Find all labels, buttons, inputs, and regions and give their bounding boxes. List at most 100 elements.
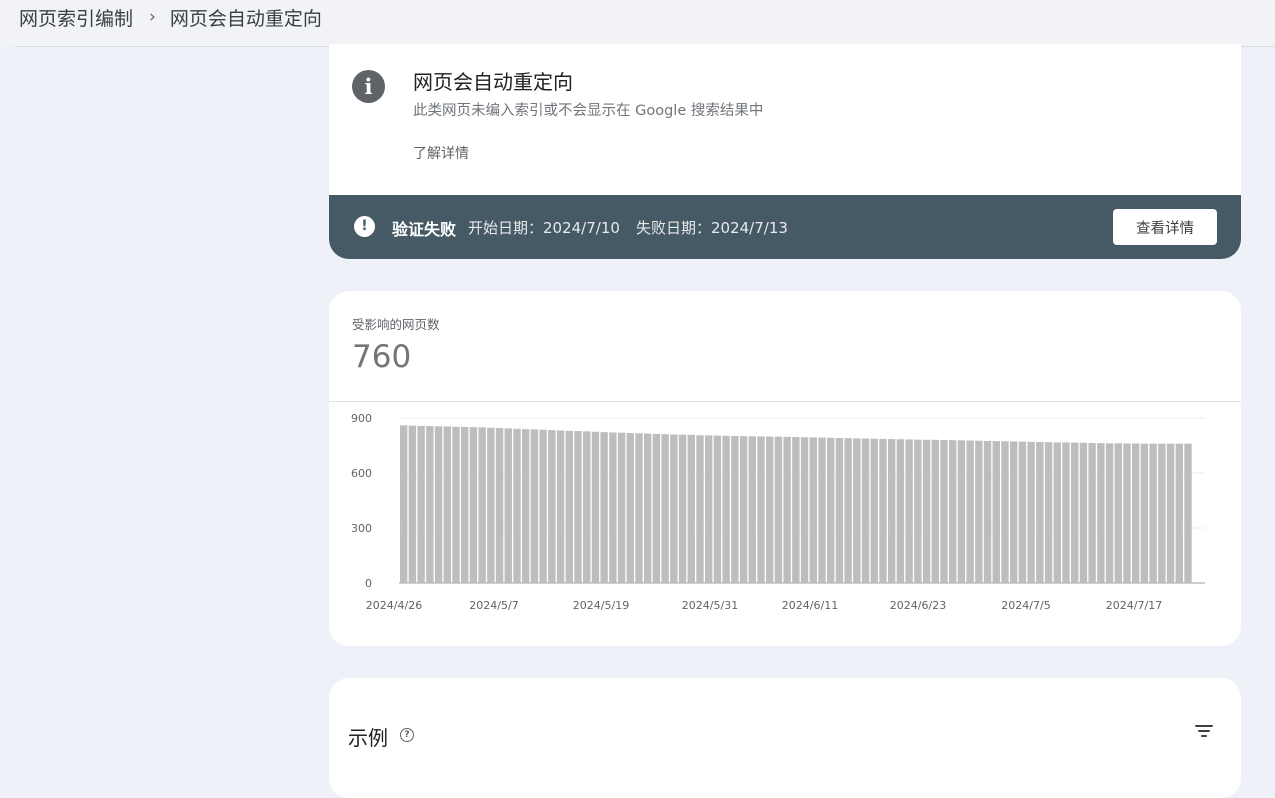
affected-pages-card: 受影响的网页数 760 0 300 600 900 2024/4/26 2024/5/7 2… [329, 291, 1241, 646]
bar [670, 434, 678, 583]
bar [652, 433, 661, 583]
bar [1123, 443, 1131, 583]
bar [574, 431, 582, 583]
bar [687, 434, 695, 583]
view-details-button[interactable]: 查看详情 [1113, 209, 1217, 245]
bar [792, 437, 800, 583]
bar [1184, 443, 1192, 583]
bar [434, 426, 443, 583]
bar [591, 431, 600, 583]
x-tick-label: 2024/6/11 [782, 599, 838, 612]
y-tick-label: 600 [351, 467, 372, 480]
bar [1018, 441, 1027, 583]
bar [922, 439, 931, 583]
bar [748, 436, 756, 583]
bar [992, 441, 1000, 583]
bar [1175, 443, 1183, 583]
bar [635, 433, 643, 583]
bar [957, 440, 966, 583]
y-tick-label: 900 [351, 412, 372, 425]
validation-fail-date: 失败日期：2024/7/13 [636, 219, 788, 237]
bar [469, 427, 478, 583]
breadcrumb-current: 网页会自动重定向 [169, 7, 322, 30]
top-bar: 网页索引编制 › 网页会自动重定向 [0, 0, 1275, 46]
bar [1001, 441, 1009, 583]
bar [600, 432, 608, 583]
bar [478, 427, 486, 583]
bar [1027, 441, 1035, 583]
bar [1158, 443, 1166, 583]
bar [661, 434, 669, 583]
bar [800, 437, 809, 583]
bar [513, 428, 521, 583]
x-tick-label: 2024/4/26 [366, 599, 422, 612]
x-tick-label: 2024/5/31 [682, 599, 738, 612]
x-tick-label: 2024/7/5 [1001, 599, 1050, 612]
issue-subtitle: 此类网页未编入索引或不会显示在 Google 搜索结果中 [413, 103, 764, 119]
bar [504, 428, 512, 583]
bar [583, 431, 591, 583]
bar [539, 429, 547, 583]
filter-icon[interactable] [1195, 724, 1215, 740]
bar [1149, 443, 1157, 583]
help-icon[interactable]: ? [400, 728, 414, 742]
bar [888, 439, 896, 583]
breadcrumb: 网页索引编制 › 网页会自动重定向 [19, 3, 322, 31]
bar [495, 428, 504, 583]
bar [809, 437, 817, 583]
bar [530, 429, 539, 583]
bar [949, 440, 957, 583]
bar [1044, 442, 1053, 583]
learn-more-link[interactable]: 了解详情 [413, 143, 469, 163]
issue-card: i 网页会自动重定向 此类网页未编入索引或不会显示在 Google 搜索结果中 … [329, 44, 1241, 259]
bar [1010, 441, 1018, 583]
validation-status-bar: ! 验证失败 开始日期：2024/7/10 失败日期：2024/7/13 查看详… [329, 195, 1241, 259]
bar [861, 438, 870, 583]
bar [609, 432, 617, 583]
bar [565, 430, 573, 583]
bar [975, 440, 983, 583]
x-tick-label: 2024/7/17 [1106, 599, 1162, 612]
bar [853, 438, 861, 583]
bar [1097, 443, 1105, 583]
breadcrumb-parent[interactable]: 网页索引编制 [19, 4, 133, 31]
bar [1166, 443, 1175, 583]
x-tick-label: 2024/6/23 [890, 599, 946, 612]
bar [896, 439, 905, 583]
bar [678, 434, 687, 583]
bar [713, 435, 722, 583]
bar [783, 436, 791, 583]
bar [870, 438, 878, 583]
bar [452, 426, 460, 583]
bar [827, 437, 835, 583]
bar [705, 435, 713, 583]
bar [408, 425, 417, 583]
examples-title: 示例 [348, 726, 388, 750]
y-tick-label: 0 [365, 577, 372, 590]
bar [556, 430, 565, 583]
bar [731, 435, 739, 583]
chevron-right-icon: › [149, 7, 156, 27]
bar [400, 425, 408, 583]
bar [940, 440, 948, 583]
bar [1036, 442, 1044, 583]
bar [835, 437, 844, 583]
y-tick-label: 300 [351, 522, 372, 535]
bar [617, 432, 626, 583]
bar [1062, 442, 1070, 583]
bar [983, 440, 992, 583]
bar [626, 433, 634, 583]
alert-icon: ! [354, 216, 375, 237]
bar [548, 430, 556, 583]
bar [931, 439, 939, 583]
affected-pages-chart: 0 300 600 900 2024/4/26 2024/5/7 2024/5/19 2024… [351, 412, 1205, 612]
bar [966, 440, 974, 583]
bar [722, 435, 730, 583]
bar [461, 426, 469, 583]
bar [844, 438, 852, 583]
x-tick-label: 2024/5/7 [469, 599, 518, 612]
bar [644, 433, 652, 583]
bar [1053, 442, 1061, 583]
info-icon: i [352, 70, 385, 103]
bar [1114, 443, 1122, 583]
